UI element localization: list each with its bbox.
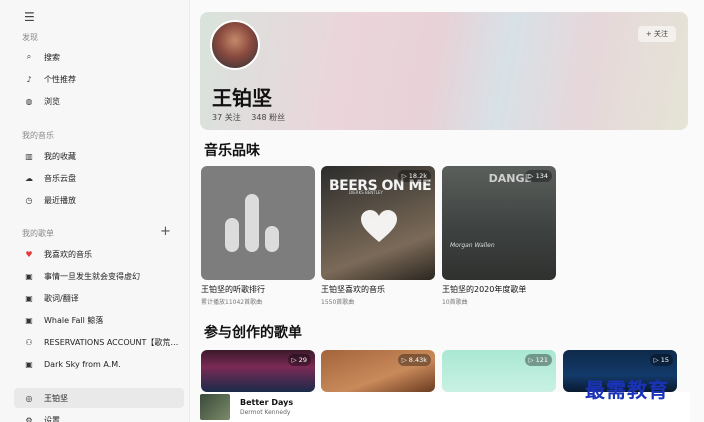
playlist-icon: ▣ [25, 293, 33, 303]
sidebar-item-profile[interactable]: ◎ 王铂坚 [14, 388, 184, 408]
sidebar-item-label: 事情一旦发生就会变得虚幻 [44, 271, 140, 281]
sidebar-item-cloud[interactable]: ☁ 音乐云盘 [14, 168, 184, 188]
sidebar-item-label: 音乐云盘 [44, 173, 76, 183]
section-title-created: 参与创作的歌单 [204, 325, 302, 341]
sidebar-item-label: Dark Sky from A.M. [44, 359, 121, 369]
followers-count[interactable]: 348 粉丝 [251, 113, 285, 122]
users-icon: ⚇ [25, 337, 33, 347]
playlist-sub: 1550首歌曲 [321, 299, 355, 306]
sidebar-item-liked[interactable]: ♥ 我喜欢的音乐 [14, 244, 184, 264]
section-title-taste: 音乐品味 [204, 143, 260, 159]
artist-stats: 37 关注 348 粉丝 [212, 112, 293, 123]
playlist-cover[interactable]: DIERKS BENTLEY BEERS ON ME ▷ 18.2k [321, 166, 435, 280]
add-playlist-button[interactable]: + [160, 224, 171, 239]
music-note-icon: ♪ [26, 74, 32, 84]
playlist-cover[interactable]: ▷ 8.43k [321, 350, 435, 392]
play-count: ▷ 121 [524, 354, 552, 366]
section-label-playlists: 我的歌单 [22, 229, 54, 238]
follow-button[interactable]: + 关注 [637, 26, 676, 42]
playlist-card[interactable]: ▷ 121 [442, 350, 556, 392]
play-count: ▷ 134 [524, 170, 552, 182]
playlist-name[interactable]: 王铂坚的听歌排行 [201, 284, 315, 295]
now-playing-cover[interactable] [200, 394, 230, 420]
sidebar-item-favorites[interactable]: ▥ 我的收藏 [14, 146, 184, 166]
playlist-cover[interactable] [201, 166, 315, 280]
cloud-icon: ☁ [25, 173, 33, 183]
sidebar-item-settings[interactable]: ⚙ 设置 [14, 410, 184, 422]
sidebar-item-label: RESERVATIONS ACCOUNT【歌荒时取用】 [44, 337, 184, 347]
artist-name: 王铂坚 [212, 86, 272, 110]
sidebar-item-label: 王铂坚 [44, 393, 68, 403]
following-count[interactable]: 37 关注 [212, 113, 241, 122]
heart-icon: ♥ [25, 249, 33, 259]
gear-icon: ⚙ [25, 415, 33, 422]
sidebar-item-label: 设置 [44, 415, 60, 422]
play-count: ▷ 29 [287, 354, 311, 366]
user-circle-icon: ◎ [25, 393, 33, 403]
playlist-sub: 10首歌曲 [442, 299, 468, 306]
play-count: ▷ 15 [649, 354, 673, 366]
playlist-cover[interactable]: DANGE Morgan Wallen ▷ 134 [442, 166, 556, 280]
sidebar-item-search[interactable]: ⌕ 搜索 [14, 47, 184, 67]
sidebar-item-label: 最近播放 [44, 195, 76, 205]
playlist-icon: ▣ [25, 315, 33, 325]
now-playing-info: Better Days Dermot Kennedy [240, 398, 293, 416]
hamburger-icon[interactable]: ☰ [24, 10, 35, 24]
search-icon: ⌕ [26, 52, 32, 61]
playlist-name[interactable]: 王铂坚喜欢的音乐 [321, 284, 435, 295]
now-playing-title[interactable]: Better Days [240, 398, 293, 407]
sidebar-item-label: 个性推荐 [44, 74, 76, 84]
clock-icon: ◷ [25, 195, 33, 205]
heart-icon [361, 210, 397, 242]
section-label-discover: 发现 [22, 33, 38, 42]
section-label-my-music: 我的音乐 [22, 131, 54, 140]
sidebar-item-label: 搜索 [44, 52, 60, 62]
sidebar-item-label: Whale Fall 鲸落 [44, 315, 104, 325]
sidebar-item-playlist[interactable]: ▣ 事情一旦发生就会变得虚幻 [14, 266, 184, 286]
sidebar-item-playlist[interactable]: ▣ 歌词/翻译 [14, 288, 184, 308]
playlist-sub: 累计播放11042首歌曲 [201, 299, 263, 306]
artist-header: 王铂坚 37 关注 348 粉丝 + 关注 [200, 12, 688, 130]
sidebar-item-label: 浏览 [44, 96, 60, 106]
bar-chart-icon [225, 194, 279, 252]
play-count: ▷ 8.43k [397, 354, 431, 366]
playlist-card[interactable]: DIERKS BENTLEY BEERS ON ME ▷ 18.2k 王铂坚喜欢… [321, 166, 435, 306]
library-icon: ▥ [25, 151, 33, 161]
sidebar-item-browse[interactable]: ◍ 浏览 [14, 91, 184, 111]
watermark: 最需教育 [585, 378, 669, 402]
sidebar-item-label: 歌词/翻译 [44, 293, 79, 303]
sidebar-item-label: 我的收藏 [44, 151, 76, 161]
playlist-icon: ▣ [25, 271, 33, 281]
main-content: 王铂坚 37 关注 348 粉丝 + 关注 音乐品味 王铂坚的听歌排行 累计播放… [190, 0, 704, 422]
sidebar-item-playlist[interactable]: ▣ Whale Fall 鲸落 [14, 310, 184, 330]
playlist-card[interactable]: ▷ 8.43k [321, 350, 435, 392]
playlist-card[interactable]: 王铂坚的听歌排行 累计播放11042首歌曲 [201, 166, 315, 306]
playlist-icon: ▣ [25, 359, 33, 369]
avatar[interactable] [210, 20, 260, 70]
globe-icon: ◍ [25, 96, 33, 106]
playlist-card[interactable]: DANGE Morgan Wallen ▷ 134 王铂坚的2020年度歌单 1… [442, 166, 556, 306]
sidebar-item-recommend[interactable]: ♪ 个性推荐 [14, 69, 184, 89]
playlist-name[interactable]: 王铂坚的2020年度歌单 [442, 284, 556, 295]
now-playing-artist[interactable]: Dermot Kennedy [240, 409, 293, 416]
playlist-cover[interactable]: ▷ 29 [201, 350, 315, 392]
sidebar-item-playlist[interactable]: ▣ Dark Sky from A.M. [14, 354, 184, 374]
cover-signature-text: Morgan Wallen [450, 242, 495, 249]
sidebar-item-label: 我喜欢的音乐 [44, 249, 92, 259]
sidebar-item-recent[interactable]: ◷ 最近播放 [14, 190, 184, 210]
sidebar-item-playlist[interactable]: ⚇ RESERVATIONS ACCOUNT【歌荒时取用】 [14, 332, 184, 352]
playlist-cover[interactable]: ▷ 121 [442, 350, 556, 392]
sidebar: ☰ 发现 ⌕ 搜索 ♪ 个性推荐 ◍ 浏览 我的音乐 ▥ 我的收藏 ☁ 音乐云盘… [0, 0, 190, 422]
playlist-card[interactable]: ▷ 29 [201, 350, 315, 392]
play-count: ▷ 18.2k [397, 170, 431, 182]
